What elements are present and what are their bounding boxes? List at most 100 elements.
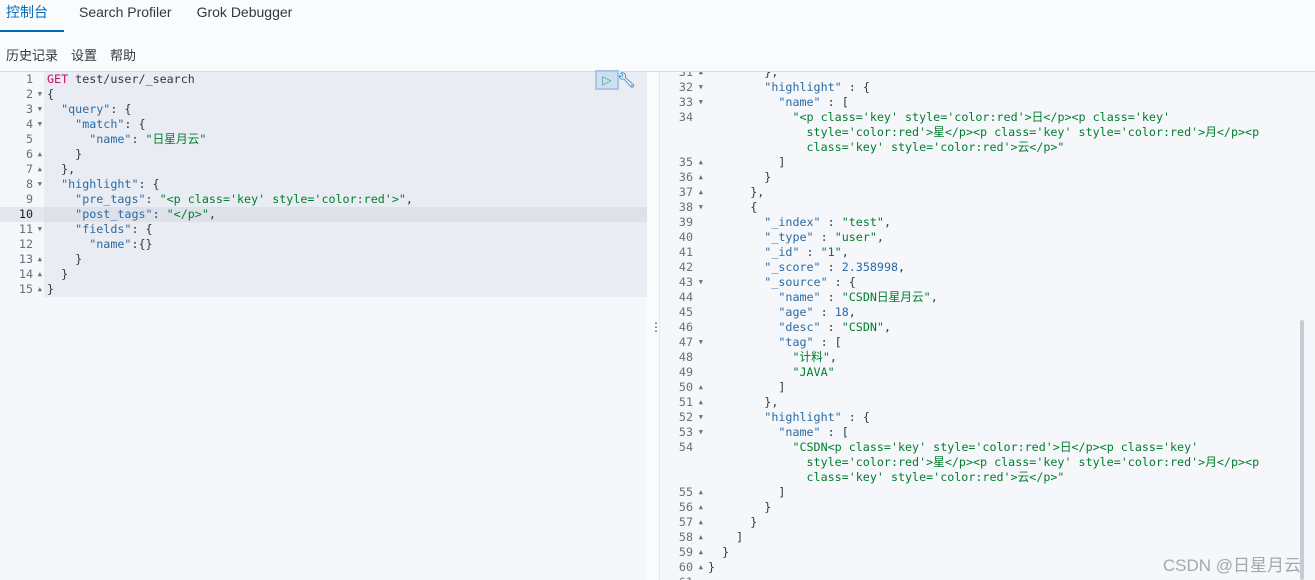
wrench-icon[interactable]: 🔧︎: [617, 71, 636, 89]
code-line: 51 ▲},: [660, 395, 1315, 410]
unfold-icon[interactable]: ▲: [699, 560, 703, 575]
fold-icon[interactable]: ▼: [38, 102, 42, 117]
fold-icon[interactable]: ▼: [699, 80, 703, 95]
line-number: 3 ▼: [25, 102, 42, 117]
code-line: 49 "JAVA": [660, 365, 1315, 380]
code-text: GET test/user/_search: [44, 72, 647, 87]
unfold-icon[interactable]: ▲: [38, 162, 42, 177]
fold-icon[interactable]: ▼: [699, 200, 703, 215]
line-number: 40: [678, 230, 693, 244]
line-number: 32 ▼: [678, 80, 703, 95]
tab-console[interactable]: 控制台: [0, 0, 64, 32]
fold-icon[interactable]: ▼: [699, 95, 703, 110]
unfold-icon[interactable]: ▲: [699, 380, 703, 395]
code-line: 14 ▲}: [0, 267, 647, 282]
json-key: "age": [778, 305, 814, 319]
line-number: 31 ▲: [660, 72, 705, 80]
json-number: 2.358998: [841, 260, 899, 274]
punctuation: }: [47, 282, 55, 296]
line-number: 46: [678, 320, 693, 334]
line-number: 48: [678, 350, 693, 364]
tab-search-profiler[interactable]: Search Profiler: [79, 0, 172, 32]
json-string: "test": [841, 215, 884, 229]
punctuation: ]: [778, 485, 786, 499]
unfold-icon[interactable]: ▲: [38, 147, 42, 162]
fold-icon[interactable]: ▼: [38, 222, 42, 237]
punctuation: }: [708, 560, 716, 574]
tab-grok-debugger[interactable]: Grok Debugger: [197, 0, 293, 32]
code-line: 6 ▲}: [0, 147, 647, 162]
line-number: 52 ▼: [678, 410, 703, 425]
unfold-icon[interactable]: ▲: [38, 252, 42, 267]
code-text: "highlight": {: [44, 177, 647, 192]
code-line: 13 ▲}: [0, 252, 647, 267]
unfold-icon[interactable]: ▲: [38, 282, 42, 297]
unfold-icon[interactable]: ▲: [699, 530, 703, 545]
punctuation: ,: [829, 350, 837, 364]
menu-history[interactable]: 历史记录: [6, 45, 58, 64]
code-text: },: [705, 185, 1315, 200]
unfold-icon[interactable]: ▲: [699, 72, 703, 80]
response-viewer[interactable]: 31 ▲}, 32 ▼ "highlight" : {33 ▼ "name" : [34 "<…: [660, 72, 1315, 580]
request-editor[interactable]: 1 GET test/user/_search 2 ▼{3 ▼ "query": {4 ▼ "…: [0, 72, 647, 580]
code-text: ]: [705, 155, 1315, 170]
punctuation: },: [764, 72, 779, 79]
unfold-icon[interactable]: ▲: [38, 267, 42, 282]
fold-icon[interactable]: ▼: [38, 117, 42, 132]
punctuation: : {: [841, 80, 870, 94]
code-text: "_score" : 2.358998,: [705, 260, 1315, 275]
json-string: "user": [834, 230, 877, 244]
unfold-icon[interactable]: ▲: [699, 170, 703, 185]
request-actions: ▷ 🔧︎: [595, 70, 636, 90]
fold-icon[interactable]: ▼: [38, 177, 42, 192]
json-key: "_score": [764, 260, 821, 274]
punctuation: :: [131, 132, 146, 146]
unfold-icon[interactable]: ▲: [699, 515, 703, 530]
code-text: {: [44, 87, 647, 102]
line-number: 50 ▲: [678, 380, 703, 395]
fold-icon[interactable]: ▼: [699, 335, 703, 350]
line-number: 35 ▲: [678, 155, 703, 170]
json-string: "JAVA": [792, 365, 835, 379]
request-url: test/user/_search: [68, 72, 195, 86]
line-number: 4 ▼: [25, 117, 42, 132]
unfold-icon[interactable]: ▲: [699, 500, 703, 515]
unfold-icon[interactable]: ▲: [699, 155, 703, 170]
code-text: "_index" : "test",: [705, 215, 1315, 230]
json-key: "name": [778, 290, 821, 304]
json-key: "name": [778, 425, 821, 439]
code-text: ]: [705, 530, 1315, 545]
unfold-icon[interactable]: ▲: [699, 395, 703, 410]
line-number: 7 ▲: [25, 162, 42, 177]
json-key: "query": [61, 102, 111, 116]
punctuation: {: [750, 200, 758, 214]
fold-icon[interactable]: ▼: [699, 425, 703, 440]
code-line: 36 ▲}: [660, 170, 1315, 185]
code-line: 55 ▲]: [660, 485, 1315, 500]
punctuation: ,: [930, 290, 938, 304]
punctuation: },: [750, 185, 765, 199]
response-scrollbar[interactable]: [1300, 320, 1304, 580]
unfold-icon[interactable]: ▲: [699, 485, 703, 500]
code-text: "_id" : "1",: [705, 245, 1315, 260]
pane-resizer[interactable]: ⋮: [647, 72, 662, 580]
menu-settings[interactable]: 设置: [71, 45, 97, 64]
fold-icon[interactable]: ▼: [699, 410, 703, 425]
json-key: "name": [89, 237, 132, 251]
json-string: "CSDN": [841, 320, 884, 334]
punctuation: : {: [827, 275, 856, 289]
code-line: 53 ▼ "name" : [: [660, 425, 1315, 440]
punctuation: },: [764, 395, 779, 409]
unfold-icon[interactable]: ▲: [699, 545, 703, 560]
unfold-icon[interactable]: ▲: [699, 185, 703, 200]
code-line: 32 ▼ "highlight" : {: [660, 80, 1315, 95]
json-number: 18: [834, 305, 849, 319]
code-line: 33 ▼ "name" : [: [660, 95, 1315, 110]
fold-icon[interactable]: ▼: [38, 87, 42, 102]
code-text: }: [44, 147, 647, 162]
fold-icon[interactable]: ▼: [699, 275, 703, 290]
menu-help[interactable]: 帮助: [110, 45, 136, 64]
line-number: 5: [25, 132, 33, 146]
play-icon[interactable]: ▷: [595, 70, 619, 90]
code-line: 15 ▲}: [0, 282, 647, 297]
